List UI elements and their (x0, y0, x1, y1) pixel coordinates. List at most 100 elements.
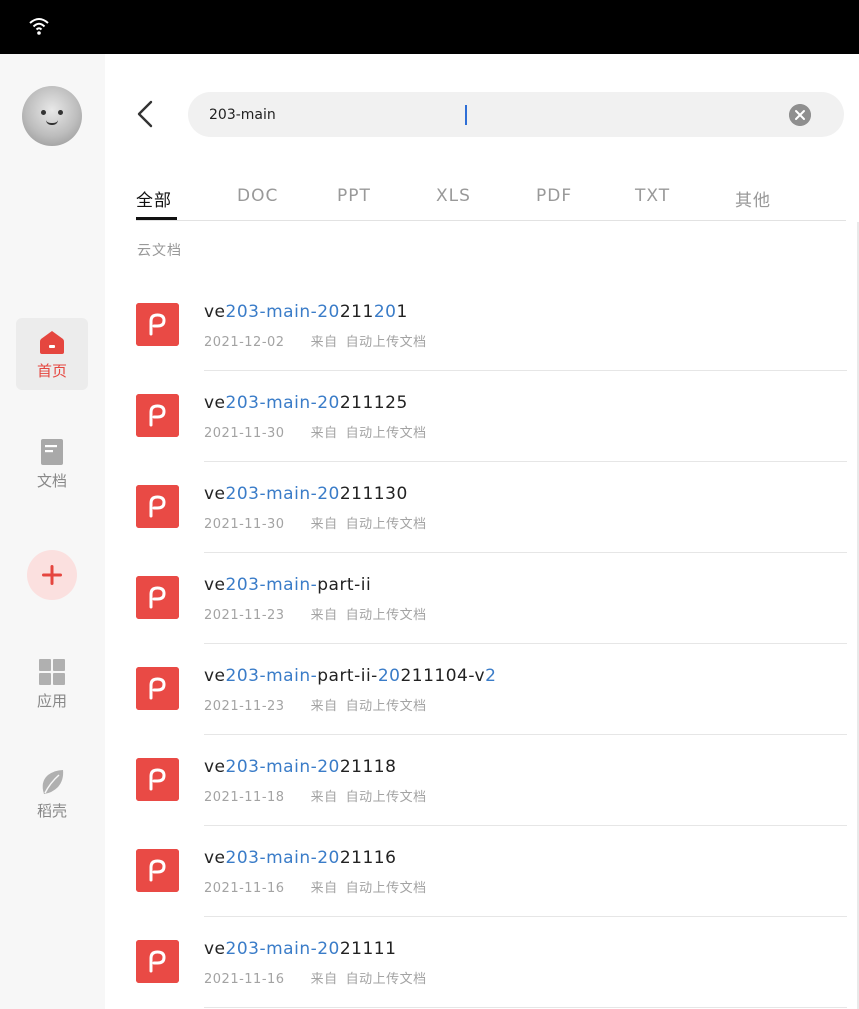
file-meta: 2021-11-23 来自 自动上传文档 (204, 695, 427, 714)
file-source: 自动上传文档 (345, 790, 427, 805)
sidebar-item-label: 应用 (36, 692, 67, 710)
file-row[interactable]: ve203-main-2021118 2021-11-18 来自 自动上传文档 (136, 735, 847, 826)
file-name-match: 203-main- (225, 666, 318, 686)
sidebar-item-apps[interactable]: 应用 (16, 648, 88, 720)
file-row[interactable]: ve203-main-part-ii-20211104-v2 2021-11-23… (136, 644, 847, 735)
file-name-match: 20 (377, 666, 401, 686)
file-name: ve203-main-part-ii (204, 575, 371, 595)
file-name-part: ve (204, 848, 226, 868)
sidebar-item-documents[interactable]: 文档 (16, 428, 88, 500)
file-row[interactable]: ve203-main-2021111 2021-11-16 来自 自动上传文档 (136, 917, 847, 1008)
avatar-mouth (46, 120, 58, 125)
file-row[interactable]: ve203-main-part-ii 2021-11-23 来自 自动上传文档 (136, 553, 847, 644)
file-name-part: ve (204, 757, 226, 777)
tab-txt[interactable]: TXT (635, 186, 670, 206)
file-from-label: 来自 (310, 608, 338, 623)
file-name-part: ve (204, 939, 226, 959)
file-from-label: 来自 (310, 972, 338, 987)
wifi-icon (29, 18, 49, 35)
file-meta: 2021-11-30 来自 自动上传文档 (204, 513, 427, 532)
file-name-part: 211130 (339, 484, 408, 504)
file-row[interactable]: ve203-main-20211125 2021-11-30 来自 自动上传文档 (136, 371, 847, 462)
sidebar-item-home[interactable]: 首页 (16, 318, 88, 390)
file-name-part: 211 (339, 302, 374, 322)
file-date: 2021-11-18 (204, 790, 285, 805)
file-date: 2021-12-02 (204, 335, 285, 350)
apps-grid-icon (39, 659, 65, 685)
add-button[interactable] (27, 550, 77, 600)
file-name-part: ve (204, 393, 226, 413)
file-meta: 2021-11-18 来自 自动上传文档 (204, 786, 427, 805)
leaf-icon (42, 770, 64, 794)
tab-pdf[interactable]: PDF (536, 186, 572, 206)
pdf-file-icon (136, 849, 179, 892)
sidebar-item-label: 稻壳 (36, 802, 67, 820)
clear-search-icon[interactable] (789, 104, 811, 126)
file-meta: 2021-11-30 来自 自动上传文档 (204, 422, 427, 441)
pdf-file-icon (136, 303, 179, 346)
file-name: ve203-main-2021116 (204, 848, 396, 868)
file-name-part: 21111 (339, 939, 397, 959)
sidebar-item-docer[interactable]: 稻壳 (16, 758, 88, 830)
file-name: ve203-main-20211201 (204, 302, 408, 322)
pdf-file-icon (136, 394, 179, 437)
row-divider (204, 1007, 847, 1008)
pdf-file-icon (136, 940, 179, 983)
file-name: ve203-main-20211130 (204, 484, 408, 504)
search-bar (188, 92, 844, 137)
file-row[interactable]: ve203-main-20211130 2021-11-30 来自 自动上传文档 (136, 462, 847, 553)
file-name-match: 203-main- (225, 575, 318, 595)
home-icon (40, 331, 64, 354)
file-name-part: ve (204, 302, 226, 322)
plus-icon (42, 565, 62, 585)
avatar-eye (41, 110, 46, 115)
file-name-match: 203-main-20 (225, 302, 340, 322)
back-arrow-icon[interactable] (128, 96, 164, 132)
file-name-part: 211125 (339, 393, 408, 413)
tab-doc[interactable]: DOC (237, 186, 278, 206)
file-source: 自动上传文档 (345, 699, 427, 714)
file-name: ve203-main-2021118 (204, 757, 396, 777)
file-name-match: 203-main-20 (225, 939, 340, 959)
file-name-match: 203-main-20 (225, 757, 340, 777)
file-meta: 2021-11-23 来自 自动上传文档 (204, 604, 427, 623)
file-list: ve203-main-20211201 2021-12-02 来自 自动上传文档 ve2… (136, 280, 847, 1008)
file-name-match: 203-main-20 (225, 393, 340, 413)
sidebar: 首页 文档 应用 稻壳 (0, 54, 105, 1009)
file-meta: 2021-11-16 来自 自动上传文档 (204, 968, 427, 987)
file-meta: 2021-12-02 来自 自动上传文档 (204, 331, 427, 350)
file-source: 自动上传文档 (345, 608, 427, 623)
pdf-icon-wrapper (136, 667, 179, 710)
tab-all[interactable]: 全部 (136, 186, 172, 211)
tab-other[interactable]: 其他 (735, 186, 771, 211)
file-name-part: part-ii (317, 575, 372, 595)
pdf-icon-wrapper (136, 394, 179, 437)
file-name-part: ve (204, 666, 226, 686)
tab-xls[interactable]: XLS (436, 186, 471, 206)
status-bar (0, 0, 859, 54)
file-source: 自动上传文档 (345, 426, 427, 441)
file-date: 2021-11-30 (204, 426, 285, 441)
pdf-file-icon (136, 485, 179, 528)
file-source: 自动上传文档 (345, 972, 427, 987)
pdf-file-icon (136, 576, 179, 619)
active-tab-indicator (136, 217, 177, 220)
file-from-label: 来自 (310, 517, 338, 532)
file-name-match: 2 (485, 666, 497, 686)
pdf-icon-wrapper (136, 303, 179, 346)
file-source: 自动上传文档 (345, 335, 427, 350)
file-name-match: 203-main-20 (225, 848, 340, 868)
pdf-icon-wrapper (136, 485, 179, 528)
file-from-label: 来自 (310, 335, 338, 350)
file-source: 自动上传文档 (345, 881, 427, 896)
file-name-part: ve (204, 484, 226, 504)
search-input[interactable] (209, 92, 789, 137)
pdf-icon-wrapper (136, 758, 179, 801)
avatar[interactable] (22, 86, 82, 146)
tab-ppt[interactable]: PPT (337, 186, 371, 206)
file-row[interactable]: ve203-main-20211201 2021-12-02 来自 自动上传文档 (136, 280, 847, 371)
file-date: 2021-11-30 (204, 517, 285, 532)
file-date: 2021-11-16 (204, 881, 285, 896)
sidebar-item-label: 文档 (36, 472, 67, 490)
file-row[interactable]: ve203-main-2021116 2021-11-16 来自 自动上传文档 (136, 826, 847, 917)
